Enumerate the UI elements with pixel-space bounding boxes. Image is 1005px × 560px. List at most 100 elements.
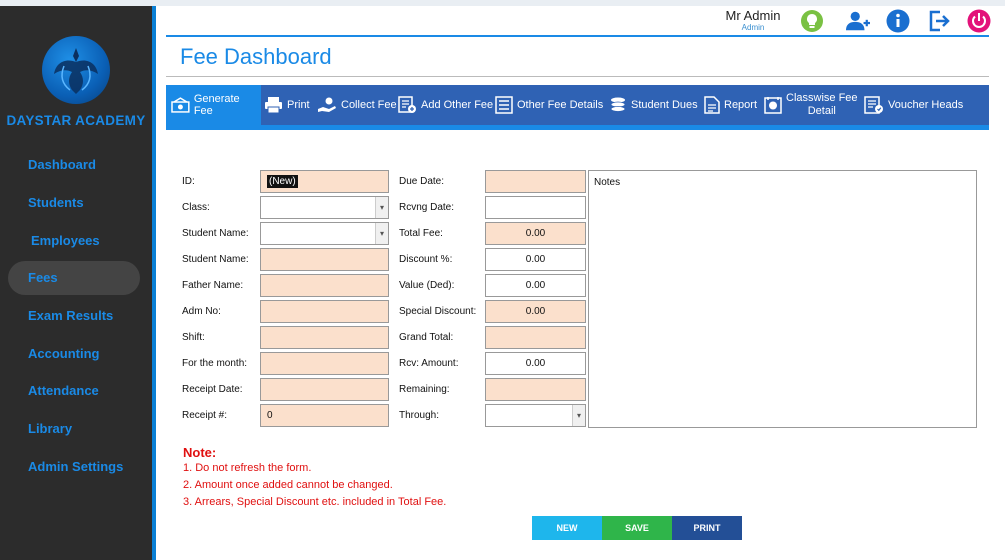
tab-print-label: Print [287,99,310,111]
due-date-label: Due Date: [399,176,445,187]
receipt-date-field[interactable] [260,378,389,401]
sidebar-item-fees[interactable]: Fees [8,261,140,295]
id-field[interactable]: (New) [260,170,389,193]
note-line-3: 3. Arrears, Special Discount etc. includ… [183,496,447,508]
tab-classwise-label-line2: Detail [807,105,836,117]
phoenix-logo-icon [54,48,98,94]
grand-total-label: Grand Total: [399,332,454,343]
classwise-icon [764,97,782,114]
generate-fee-icon [171,97,190,113]
printer-icon [265,97,282,114]
sidebar-item-accounting[interactable]: Accounting [8,337,140,371]
new-button[interactable]: NEW [532,516,602,540]
sidebar-item-attendance[interactable]: Attendance [8,374,140,408]
month-field[interactable] [260,352,389,375]
father-name-label: Father Name: [182,280,244,291]
tab-generate-fee[interactable]: Generate Fee [166,85,261,125]
tab-classwise-label-line1: Classwise Fee [786,92,858,104]
app-window: DAYSTAR ACADEMY Dashboard Students Emplo… [0,0,1005,560]
shift-field[interactable] [260,326,389,349]
print-button[interactable]: PRINT [672,516,742,540]
special-discount-field[interactable]: 0.00 [485,300,586,323]
due-date-field[interactable] [485,170,586,193]
value-ded-field[interactable]: 0.00 [485,274,586,297]
tab-report[interactable]: Report [704,85,757,125]
logout-icon[interactable] [927,9,951,33]
voucher-icon [864,96,883,114]
adm-no-field[interactable] [260,300,389,323]
note-line-1: 1. Do not refresh the form. [183,462,312,474]
rcvng-date-field[interactable] [485,196,586,219]
sidebar-item-admin-settings[interactable]: Admin Settings [8,450,140,484]
through-label: Through: [399,410,440,421]
id-value: (New) [267,175,298,188]
info-icon[interactable] [886,9,910,33]
sidebar-item-students[interactable]: Students [8,186,140,220]
tab-report-label: Report [724,99,758,111]
tab-voucher-heads[interactable]: Voucher Heads [864,85,963,125]
user-name: Mr Admin [725,8,781,23]
coins-icon [610,97,626,112]
power-icon[interactable] [967,9,991,33]
add-user-icon[interactable] [846,9,870,33]
list-icon [495,96,513,114]
shift-label: Shift: [182,332,205,343]
grand-total-field[interactable] [485,326,586,349]
lightbulb-icon[interactable] [800,9,824,33]
receipt-no-field[interactable]: 0 [260,404,389,427]
tab-other-fee-details-label: Other Fee Details [517,99,604,111]
sidebar-item-library[interactable]: Library [8,412,140,446]
discount-label: Discount %: [399,254,453,265]
rcv-amount-label: Rcv: Amount: [399,358,459,369]
adm-no-label: Adm No: [182,306,221,317]
sidebar-item-exam-results[interactable]: Exam Results [8,299,140,333]
total-fee-field[interactable]: 0.00 [485,222,586,245]
tab-classwise-fee-detail[interactable]: Classwise Fee Detail [764,85,858,125]
toolbar-underline [166,125,989,130]
sidebar-item-employees[interactable]: Employees [8,224,140,258]
value-ded-label: Value (Ded): [399,280,455,291]
chevron-down-icon: ▾ [375,197,388,218]
collect-fee-icon [318,97,336,112]
sidebar-item-dashboard[interactable]: Dashboard [8,148,140,182]
class-label: Class: [182,202,210,213]
receipt-no-label: Receipt #: [182,410,228,421]
tab-classwise-label: Classwise Fee Detail [786,92,858,118]
report-icon [704,96,720,114]
user-role: Admin [741,23,765,32]
sidebar-edge [152,6,156,560]
class-select[interactable]: ▾ [260,196,389,219]
header-divider [166,35,989,37]
student-name-select-label: Student Name: [182,228,249,239]
rcv-amount-field[interactable]: 0.00 [485,352,586,375]
month-label: For the month: [182,358,248,369]
remaining-label: Remaining: [399,384,450,395]
sidebar: DAYSTAR ACADEMY Dashboard Students Emplo… [0,6,152,560]
title-divider [166,76,989,77]
tab-collect-fee[interactable]: Collect Fee [317,85,397,125]
tab-voucher-heads-label: Voucher Heads [888,99,964,111]
student-name-label: Student Name: [182,254,249,265]
father-name-field[interactable] [260,274,389,297]
through-select[interactable]: ▾ [485,404,586,427]
tab-other-fee-details[interactable]: Other Fee Details [495,85,603,125]
discount-field[interactable]: 0.00 [485,248,586,271]
notes-textarea[interactable]: Notes [588,170,977,428]
tab-add-other-fee-label: Add Other Fee [421,99,494,111]
tab-print[interactable]: Print [264,85,310,125]
academy-logo [42,36,110,104]
note-line-2: 2. Amount once added cannot be changed. [183,479,393,491]
remaining-field[interactable] [485,378,586,401]
rcvng-date-label: Rcvng Date: [399,202,455,213]
brand-name: DAYSTAR ACADEMY [6,113,146,128]
tab-add-other-fee[interactable]: Add Other Fee [398,85,493,125]
chevron-down-icon: ▾ [375,223,388,244]
special-discount-label: Special Discount: [399,306,477,317]
student-name-select[interactable]: ▾ [260,222,389,245]
tab-collect-fee-label: Collect Fee [341,99,397,111]
student-name-field[interactable] [260,248,389,271]
tab-student-dues[interactable]: Student Dues [609,85,698,125]
save-button[interactable]: SAVE [602,516,672,540]
receipt-date-label: Receipt Date: [182,384,243,395]
chevron-down-icon: ▾ [572,405,585,426]
